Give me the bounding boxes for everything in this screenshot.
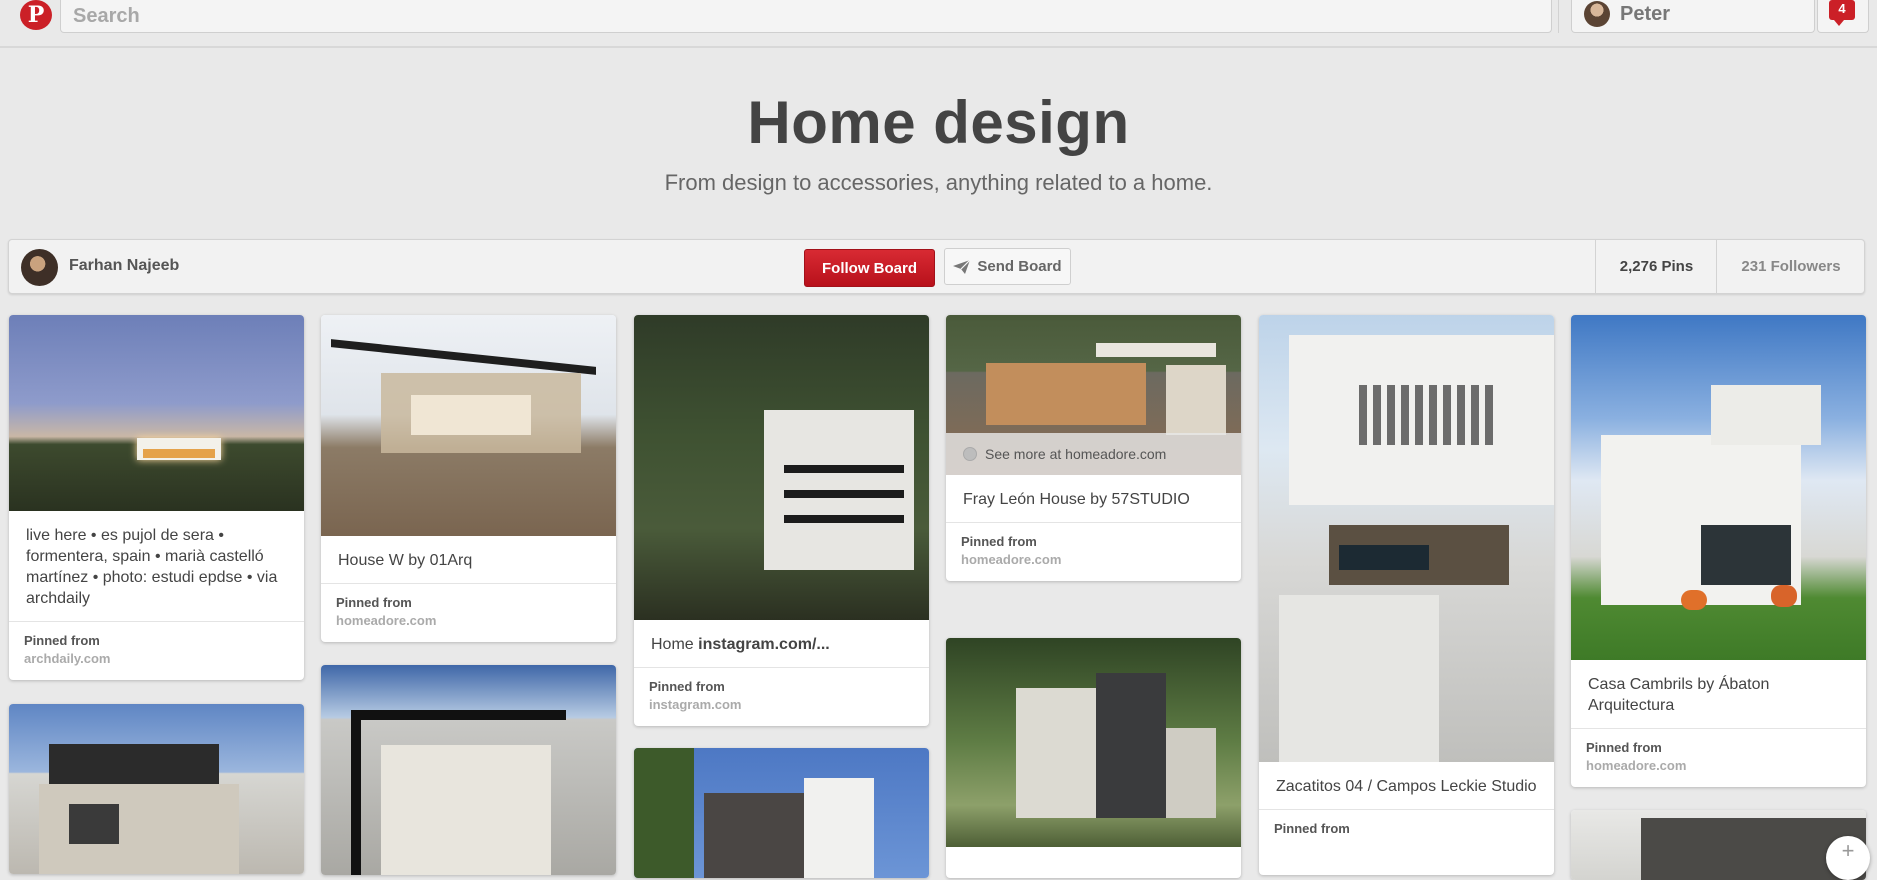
pin-domain[interactable]: homeadore.com — [1586, 757, 1851, 775]
pin-image[interactable] — [321, 315, 616, 536]
pin-source[interactable]: Pinned from homeadore.com — [946, 523, 1241, 581]
pin-image[interactable] — [9, 704, 304, 874]
pin-image[interactable] — [1571, 810, 1866, 880]
pinned-from-label: Pinned from — [649, 679, 725, 694]
scroll-top-button[interactable]: + — [1826, 836, 1870, 880]
pin-domain[interactable]: instagram.com — [649, 696, 914, 714]
globe-icon — [963, 447, 977, 461]
pins-count[interactable]: 2,276 Pins — [1595, 240, 1717, 293]
pin-source[interactable]: Pinned from archdaily.com — [9, 622, 304, 680]
pin-description: Home instagram.com/... — [634, 620, 929, 668]
user-profile-button[interactable]: Peter — [1571, 0, 1815, 33]
board-description: From design to accessories, anything rel… — [664, 170, 1213, 195]
pin-description-link[interactable]: instagram.com/... — [698, 636, 830, 653]
pin-card[interactable]: Casa Cambrils by Ábaton Arquitectura Pin… — [1571, 315, 1866, 787]
pin-description: Zacatitos 04 / Campos Leckie Studio — [1259, 762, 1554, 810]
plus-icon: + — [1841, 838, 1855, 863]
board-info-bar: Farhan Najeeb Follow Board Send Board 2,… — [8, 239, 1865, 294]
pin-domain[interactable]: homeadore.com — [336, 612, 601, 630]
pinned-from-label: Pinned from — [336, 595, 412, 610]
avatar — [1584, 1, 1610, 27]
pin-card[interactable] — [946, 638, 1241, 878]
pin-image[interactable] — [321, 665, 616, 875]
see-more-overlay[interactable]: See more at homeadore.com — [946, 433, 1241, 475]
pin-image[interactable] — [9, 315, 304, 511]
pin-source[interactable]: Pinned from instagram.com — [634, 668, 929, 726]
send-board-label: Send Board — [977, 258, 1062, 275]
pin-card[interactable]: Zacatitos 04 / Campos Leckie Studio Pinn… — [1259, 315, 1554, 875]
pinned-from-label: Pinned from — [961, 534, 1037, 549]
pinterest-logo-icon[interactable]: P — [20, 0, 52, 30]
pin-description: Casa Cambrils by Ábaton Arquitectura — [1571, 660, 1866, 729]
pin-image[interactable] — [634, 315, 929, 620]
search-input[interactable] — [71, 1, 1455, 31]
pinned-from-label: Pinned from — [24, 633, 100, 648]
pin-card[interactable]: Home instagram.com/... Pinned from insta… — [634, 315, 929, 726]
pin-image[interactable] — [946, 638, 1241, 847]
see-more-label: See more at homeadore.com — [985, 446, 1167, 462]
pin-image[interactable] — [1259, 315, 1554, 762]
pin-card[interactable]: live here • es pujol de sera • formenter… — [9, 315, 304, 680]
paper-plane-icon — [953, 259, 971, 274]
pin-description: House W by 01Arq — [321, 536, 616, 584]
board-owner-link[interactable]: Farhan Najeeb — [69, 257, 179, 275]
pin-source[interactable]: Pinned from — [1259, 810, 1554, 850]
top-bar: P Peter 4 — [0, 0, 1877, 48]
pin-card[interactable] — [9, 704, 304, 874]
pin-card[interactable] — [1571, 810, 1866, 880]
pin-source[interactable]: Pinned from homeadore.com — [1571, 729, 1866, 787]
pin-image[interactable] — [1571, 315, 1866, 660]
send-board-button[interactable]: Send Board — [944, 248, 1071, 285]
pinned-from-label: Pinned from — [1586, 740, 1662, 755]
pin-card[interactable]: See more at homeadore.com Fray León Hous… — [946, 315, 1241, 581]
search-box[interactable] — [60, 0, 1601, 33]
pin-card[interactable]: House W by 01Arq Pinned from homeadore.c… — [321, 315, 616, 642]
notifications-button[interactable]: 4 — [1817, 0, 1869, 33]
pin-image[interactable]: See more at homeadore.com — [946, 315, 1241, 475]
pin-card[interactable] — [634, 748, 929, 878]
pinned-from-label: Pinned from — [1274, 821, 1350, 836]
pin-domain[interactable]: archdaily.com — [24, 650, 289, 668]
followers-count[interactable]: 231 Followers — [1716, 240, 1865, 293]
page-title: Home design — [747, 89, 1130, 156]
owner-avatar[interactable] — [21, 249, 58, 286]
pin-description: Fray León House by 57STUDIO — [946, 475, 1241, 523]
pin-domain[interactable]: homeadore.com — [961, 551, 1226, 569]
notification-badge: 4 — [1829, 0, 1855, 26]
pin-source[interactable]: Pinned from homeadore.com — [321, 584, 616, 642]
user-name: Peter — [1620, 3, 1671, 25]
pin-description: live here • es pujol de sera • formenter… — [9, 511, 304, 622]
pin-image[interactable] — [634, 748, 929, 878]
pin-card[interactable] — [321, 665, 616, 875]
follow-board-button[interactable]: Follow Board — [804, 249, 935, 287]
pin-description-text: Home — [651, 636, 699, 653]
